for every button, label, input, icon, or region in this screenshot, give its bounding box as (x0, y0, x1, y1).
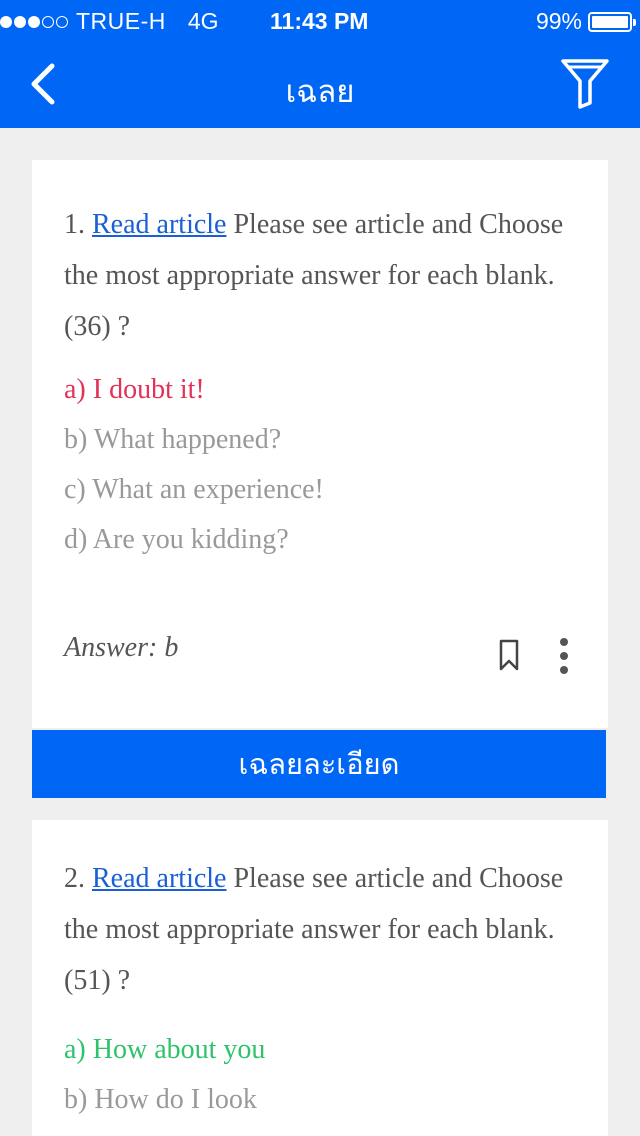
question-number: 1. (64, 209, 85, 240)
nav-bar: เฉลย (0, 40, 640, 128)
carrier-name: TRUE-H (76, 8, 166, 34)
signal-strength-icon (0, 15, 70, 28)
status-time: 11:43 PM (270, 8, 369, 34)
option-a[interactable]: a) I doubt it! (64, 365, 578, 415)
option-a[interactable]: a) How about you (64, 1025, 578, 1075)
question-text: 2. Read article Please see article and C… (64, 853, 578, 1006)
network-type: 4G (187, 8, 219, 34)
question-card: 1. Read article Please see article and C… (32, 160, 608, 728)
answer-options: a) How about you b) How do I look (64, 1025, 578, 1125)
answer-options: a) I doubt it! b) What happened? c) What… (64, 365, 578, 565)
option-b[interactable]: b) How do I look (64, 1075, 578, 1125)
status-bar: TRUE-H 4G 11:43 PM 99% (0, 0, 640, 40)
read-article-link[interactable]: Read article (92, 863, 226, 894)
more-vertical-icon (560, 638, 568, 674)
battery-percent: 99% (535, 8, 582, 34)
bookmark-button[interactable] (498, 638, 520, 672)
option-c[interactable]: c) What an experience! (64, 465, 578, 515)
more-options-button[interactable] (552, 636, 576, 676)
page-title: เฉลย (285, 74, 355, 110)
answer-text: Answer: b (64, 632, 179, 663)
bookmark-icon (499, 639, 519, 671)
question-number: 2. (64, 863, 85, 894)
option-d[interactable]: d) Are you kidding? (64, 515, 578, 565)
battery-icon (588, 11, 636, 32)
option-b[interactable]: b) What happened? (64, 415, 578, 465)
read-article-link[interactable]: Read article (92, 209, 226, 240)
filter-button[interactable] (560, 57, 610, 111)
question-text: 1. Read article Please see article and C… (64, 199, 578, 352)
answer-detail-button[interactable]: เฉลยละเอียด (32, 730, 606, 798)
question-card: 2. Read article Please see article and C… (32, 820, 608, 1136)
filter-icon (561, 59, 609, 109)
